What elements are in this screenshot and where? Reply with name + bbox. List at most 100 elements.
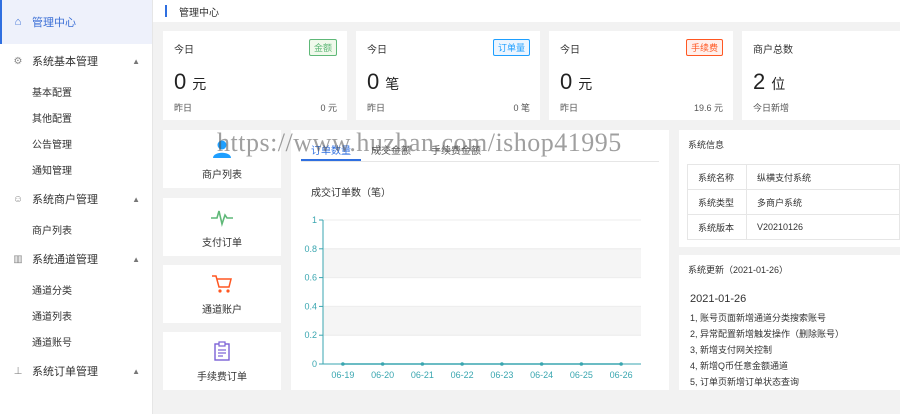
sidebar-item-announcements[interactable]: 公告管理 (0, 130, 152, 156)
y-tick-label: 0.2 (304, 330, 317, 340)
data-point (380, 362, 385, 366)
shortcut-merchant-list[interactable]: 商户列表 (163, 130, 281, 188)
data-point (579, 362, 584, 366)
y-tick-label: 0.4 (304, 301, 317, 311)
shortcut-label: 商户列表 (202, 169, 242, 181)
tab-turnover[interactable]: 成交金额 (361, 138, 421, 161)
stat-card-fee: 今日 手续费 0元 昨日 19.6 元 (549, 31, 733, 120)
list-item: 2, 异常配置新增触发操作（删除账号） (690, 329, 845, 339)
sidebar-item-channel-list[interactable]: 通道列表 (0, 302, 152, 328)
data-point (500, 362, 504, 366)
stat-foot-value: 19.6 元 (693, 103, 723, 113)
tab-fee-amount[interactable]: 手续费金额 (421, 138, 491, 161)
caret-up-icon: ▲ (132, 56, 140, 66)
tab-order-count[interactable]: 订单数量 (301, 138, 361, 161)
stat-value: 2位 (753, 69, 786, 94)
grid-band (323, 248, 641, 278)
sidebar-group-label: 系统商户管理 (32, 194, 98, 206)
panel-title: 系统更新（2021-01-26） (688, 265, 789, 275)
stat-foot-label: 昨日 (560, 103, 579, 113)
stat-label: 今日 (367, 45, 387, 56)
stat-foot-label: 昨日 (367, 103, 386, 113)
info-value: 多商户系统 (746, 189, 900, 215)
info-key: 系统类型 (687, 189, 747, 215)
sidebar-group-basic[interactable]: ⚙ 系统基本管理 ▲ (0, 44, 152, 78)
list-item: 4, 新增Q币任意金额通道 (690, 361, 789, 371)
page-title: 管理中心 (179, 7, 219, 19)
sidebar-item-home[interactable]: ⌂ 管理中心 (0, 0, 152, 44)
home-icon: ⌂ (14, 16, 22, 28)
x-tick-label: 06-21 (411, 370, 434, 380)
grid-band (323, 306, 641, 336)
sidebar-item-basic-config[interactable]: 基本配置 (0, 78, 152, 104)
table-row: 系统类型 多商户系统 (687, 189, 900, 215)
sidebar-group-orders[interactable]: ⊥ 系统订单管理 ▲ (0, 354, 152, 388)
info-value: 纵横支付系统 (746, 164, 900, 190)
stat-card-merchants: 商户总数 2位 今日新增 (742, 31, 900, 120)
system-info-table: 系统名称 纵横支付系统 系统类型 多商户系统 系统版本 V20210126 (687, 164, 900, 240)
shortcut-channel-accounts[interactable]: 通道账户 (163, 265, 281, 323)
sidebar-item-label: 管理中心 (32, 17, 76, 29)
sidebar-item-notifications[interactable]: 通知管理 (0, 156, 152, 182)
info-key: 系统版本 (687, 214, 747, 240)
shortcut-payment-orders[interactable]: 支付订单 (163, 198, 281, 256)
system-info-panel: 系统信息 系统名称 纵横支付系统 系统类型 多商户系统 系统版本 V20210126 (679, 130, 900, 247)
stat-label: 今日 (174, 45, 194, 56)
sidebar-item-other-config[interactable]: 其他配置 (0, 104, 152, 130)
x-tick-label: 06-22 (451, 370, 474, 380)
x-tick-label: 06-20 (371, 370, 394, 380)
data-point (619, 362, 623, 366)
stat-label: 商户总数 (753, 45, 793, 56)
y-tick-label: 0.8 (304, 244, 317, 254)
stat-card-amount: 今日 金额 0元 昨日 0 元 (163, 31, 347, 120)
panel-title: 系统信息 (688, 140, 725, 150)
y-tick-label: 0 (312, 359, 317, 369)
sidebar-group-channels[interactable]: ▥ 系统通道管理 ▲ (0, 242, 152, 276)
sidebar-group-label: 系统订单管理 (32, 366, 98, 378)
user-icon: ☺ (12, 193, 24, 205)
sidebar-group-merchants[interactable]: ☺ 系统商户管理 ▲ (0, 182, 152, 216)
sidebar-item-channel-account[interactable]: 通道账号 (0, 328, 152, 354)
stat-foot-value: 0 元 (320, 103, 337, 113)
stat-foot-label: 昨日 (174, 103, 193, 113)
grid-icon: ▥ (13, 253, 23, 265)
shortcut-label: 支付订单 (202, 237, 242, 249)
stat-badge: 金额 (308, 39, 337, 56)
users-icon (211, 138, 233, 160)
stat-foot-value: 0 笔 (513, 103, 530, 113)
list-item: 1, 账号页面新增通道分类搜索账号 (690, 313, 827, 323)
x-tick-label: 06-25 (570, 370, 593, 380)
pulse-icon (210, 206, 234, 228)
stat-foot-label: 今日新增 (753, 103, 790, 113)
stat-value: 0元 (174, 69, 207, 94)
caret-up-icon: ▲ (132, 194, 140, 204)
table-row: 系统版本 V20210126 (687, 214, 900, 240)
list-item: 5, 订单页新增订单状态查询 (690, 377, 800, 387)
sidebar-item-channel-category[interactable]: 通道分类 (0, 276, 152, 302)
info-value: V20210126 (746, 214, 900, 240)
shortcut-fee-orders[interactable]: 手续费订单 (163, 332, 281, 390)
info-key: 系统名称 (687, 164, 747, 190)
update-date: 2021-01-26 (690, 293, 747, 305)
y-tick-label: 0.6 (304, 273, 317, 283)
gear-icon: ⚙ (13, 55, 23, 67)
line-chart: 0 0.2 0.4 0.6 0.8 1 06-19 06-20 06-21 06-22 06-23 0… (304, 215, 641, 380)
shortcut-label: 通道账户 (202, 304, 242, 316)
chart-title: 成交订单数（笔） (311, 188, 391, 199)
data-point (539, 362, 544, 366)
system-update-panel: 系统更新（2021-01-26） 2021-01-26 1, 账号页面新增通道分… (679, 255, 900, 390)
x-tick-label: 06-19 (331, 370, 354, 380)
x-tick-label: 06-26 (610, 370, 633, 380)
caret-up-icon: ▲ (132, 254, 140, 264)
data-point (420, 362, 425, 366)
data-point (460, 362, 464, 366)
sidebar-item-merchant-list[interactable]: 商户列表 (0, 216, 152, 242)
stat-value: 0元 (560, 69, 593, 94)
stat-card-orders: 今日 订单量 0笔 昨日 0 笔 (356, 31, 540, 120)
breadcrumb: 管理中心 (153, 0, 900, 22)
shortcut-label: 手续费订单 (197, 371, 247, 383)
x-tick-label: 06-23 (490, 370, 513, 380)
caret-up-icon: ▲ (132, 366, 140, 376)
sidebar-group-label: 系统基本管理 (32, 56, 98, 68)
chart-panel: 订单数量 成交金额 手续费金额 成交订单数（笔） 0 0.2 0.4 0.6 0.8 1 0… (291, 130, 669, 390)
